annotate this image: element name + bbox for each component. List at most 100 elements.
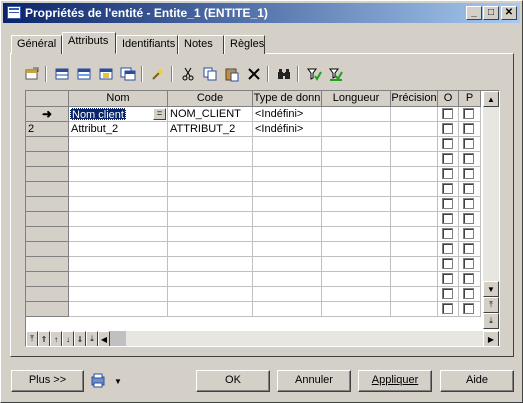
o-cell[interactable] [438,272,459,287]
precision-cell[interactable] [391,287,438,302]
scroll-up-icon[interactable]: ▲ [483,91,499,107]
row-marker-current[interactable]: ➜ [26,107,69,122]
longueur-cell[interactable] [322,272,391,287]
type-cell[interactable] [253,167,322,182]
o-cell[interactable] [438,287,459,302]
longueur-cell[interactable] [322,227,391,242]
move-top-icon[interactable]: ⤒ [26,331,38,346]
precision-cell[interactable] [391,227,438,242]
code-cell[interactable] [168,257,253,272]
column-header-nom[interactable]: Nom [69,91,168,107]
plus-button[interactable]: Plus >> [11,370,84,392]
primary-checkbox[interactable] [463,153,474,164]
o-cell[interactable] [438,302,459,317]
nom-cell[interactable] [69,197,168,212]
move-down-page-icon[interactable]: ⇓ [74,331,86,346]
mandatory-checkbox[interactable] [442,138,453,149]
precision-cell[interactable] [391,182,438,197]
primary-checkbox[interactable] [463,123,474,134]
primary-checkbox[interactable] [463,108,474,119]
longueur-cell[interactable] [322,152,391,167]
mandatory-checkbox[interactable] [442,213,453,224]
row-header[interactable] [26,182,69,197]
nom-cell[interactable] [69,287,168,302]
precision-cell[interactable] [391,272,438,287]
longueur-cell[interactable] [322,302,391,317]
ok-button[interactable]: OK [196,370,270,392]
p-cell[interactable] [459,257,481,272]
column-header-p[interactable]: P [459,91,481,107]
type-cell[interactable] [253,137,322,152]
longueur-cell[interactable] [322,212,391,227]
mandatory-checkbox[interactable] [442,258,453,269]
code-cell[interactable] [168,287,253,302]
cut-icon[interactable] [179,65,197,83]
primary-checkbox[interactable] [463,213,474,224]
nom-cell[interactable] [69,182,168,197]
primary-checkbox[interactable] [463,228,474,239]
row-header[interactable] [26,227,69,242]
print-dropdown[interactable]: ▼ [90,372,126,390]
row-number[interactable]: 2 [26,122,69,137]
p-cell[interactable] [459,302,481,317]
copy-icon[interactable] [201,65,219,83]
scroll-top-icon[interactable]: ⤒ [483,297,499,313]
o-cell[interactable] [438,122,459,137]
longueur-cell[interactable] [322,122,391,137]
column-header-type[interactable]: Type de donn [253,91,322,107]
longueur-cell[interactable] [322,242,391,257]
nom-cell[interactable] [69,152,168,167]
row-header[interactable] [26,302,69,317]
horizontal-scroll-track[interactable] [126,331,483,346]
type-cell[interactable] [253,227,322,242]
mandatory-checkbox[interactable] [442,108,453,119]
nom-cell[interactable] [69,272,168,287]
longueur-cell[interactable] [322,287,391,302]
row-header[interactable] [26,152,69,167]
move-up-page-icon[interactable]: ⇑ [38,331,50,346]
code-cell[interactable] [168,272,253,287]
p-cell[interactable] [459,137,481,152]
code-cell[interactable] [168,137,253,152]
longueur-cell[interactable] [322,137,391,152]
code-cell[interactable] [168,227,253,242]
precision-cell[interactable] [391,107,438,122]
column-header-o[interactable]: O [438,91,459,107]
mandatory-checkbox[interactable] [442,303,453,314]
code-cell[interactable]: ATTRIBUT_2 [168,122,253,137]
nom-cell[interactable] [69,302,168,317]
code-cell[interactable] [168,197,253,212]
longueur-cell[interactable] [322,167,391,182]
mandatory-checkbox[interactable] [442,288,453,299]
o-cell[interactable] [438,197,459,212]
p-cell[interactable] [459,272,481,287]
mandatory-checkbox[interactable] [442,168,453,179]
mandatory-checkbox[interactable] [442,198,453,209]
primary-checkbox[interactable] [463,288,474,299]
move-up-icon[interactable]: ↑ [50,331,62,346]
mandatory-checkbox[interactable] [442,183,453,194]
tab-identifiants[interactable]: Identifiants [116,35,178,54]
code-cell[interactable] [168,212,253,227]
o-cell[interactable] [438,137,459,152]
row-header[interactable] [26,287,69,302]
add-attributes-icon[interactable] [97,65,115,83]
p-cell[interactable] [459,287,481,302]
nom-cell[interactable] [69,167,168,182]
add-row-icon[interactable] [53,65,71,83]
code-cell[interactable] [168,152,253,167]
precision-cell[interactable] [391,197,438,212]
o-cell[interactable] [438,242,459,257]
move-down-icon[interactable]: ↓ [62,331,74,346]
nom-cell[interactable] [69,212,168,227]
precision-cell[interactable] [391,122,438,137]
p-cell[interactable] [459,107,481,122]
cancel-button[interactable]: Annuler [277,370,351,392]
move-bottom-icon[interactable]: ⤓ [86,331,98,346]
nom-cell[interactable]: Attribut_2 [69,122,168,137]
o-cell[interactable] [438,227,459,242]
precision-cell[interactable] [391,152,438,167]
clear-filter-icon[interactable] [327,65,345,83]
nom-cell[interactable] [69,137,168,152]
scroll-bottom-icon[interactable]: ⤓ [483,313,499,329]
